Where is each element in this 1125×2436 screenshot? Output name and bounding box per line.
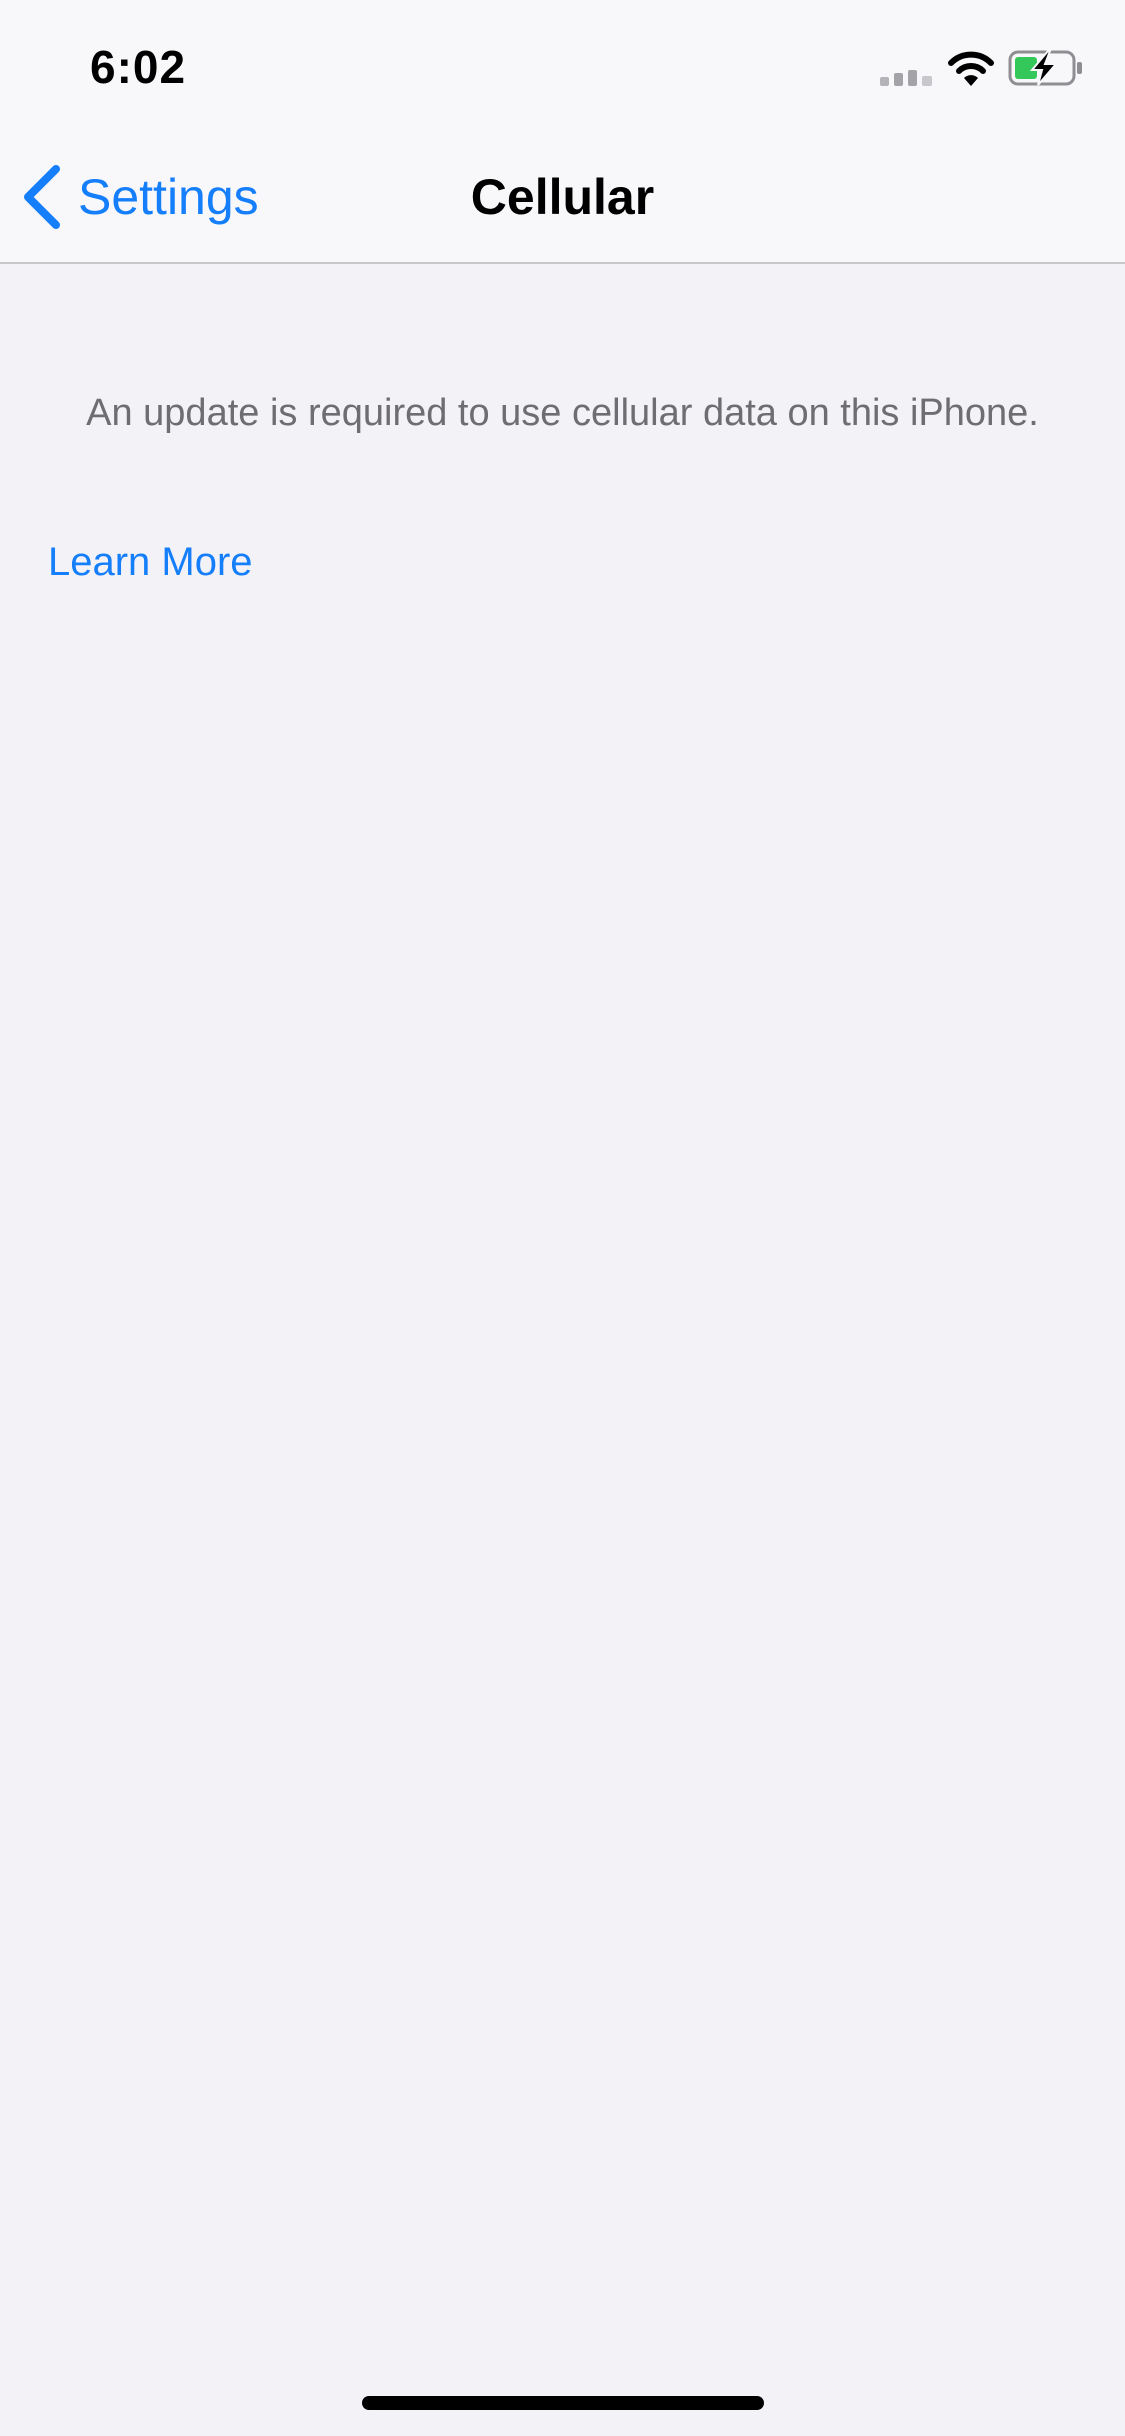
navigation-bar: 6:02 Settings Cellular — [0, 0, 1125, 264]
signal-bars-icon — [880, 70, 932, 86]
wifi-icon — [948, 51, 994, 86]
battery-charging-icon — [1008, 50, 1082, 86]
status-time: 6:02 — [90, 41, 187, 93]
learn-more-link[interactable]: Learn More — [48, 540, 253, 585]
home-indicator[interactable] — [362, 2396, 764, 2410]
update-required-message: An update is required to use cellular da… — [86, 392, 1039, 434]
page-title: Cellular — [470, 169, 655, 225]
